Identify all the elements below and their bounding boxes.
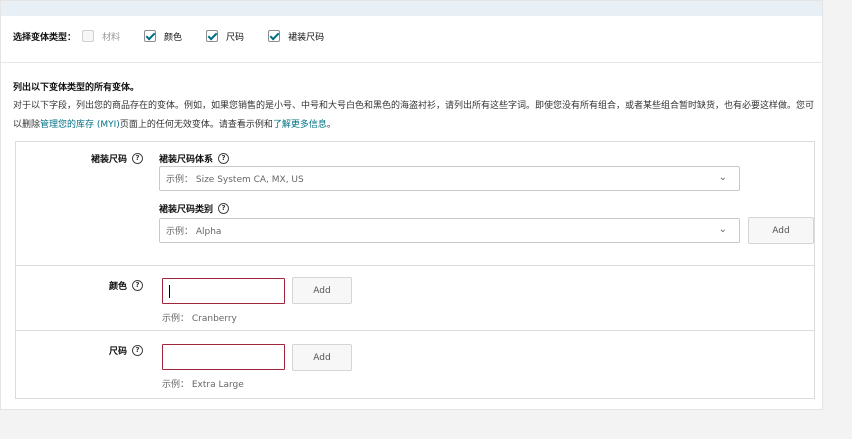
dress-size-class-placeholder: 示例： Alpha — [166, 227, 222, 237]
dress-size-group: 裙装尺码 ? 裙装尺码体系 ? 示例： Size System CA, MX, … — [15, 141, 815, 266]
dress-size-class-label: 裙装尺码类别 ? — [159, 202, 230, 215]
option-dress-size-label: 裙装尺码 — [288, 32, 325, 43]
help-icon[interactable]: ? — [218, 153, 230, 164]
option-color-label: 颜色 — [164, 32, 183, 43]
dress-size-system-label-text: 裙装尺码体系 — [159, 155, 214, 165]
dress-size-label-text: 裙装尺码 — [90, 155, 127, 165]
help-icon[interactable]: ? — [218, 203, 230, 214]
desc-text-2: 页面上的任何无效变体。请查看示例和 — [119, 120, 273, 130]
desc-text-end: 。 — [326, 120, 336, 130]
variations-card: 选择变体类型： 材料 颜色 尺码 裙装尺码 列出以下变体类型的所有变体。 对于以… — [0, 0, 823, 410]
dress-size-class-label-text: 裙装尺码类别 — [159, 205, 214, 215]
checkbox-material[interactable] — [82, 30, 95, 42]
dress-size-system-placeholder: 示例： Size System CA, MX, US — [166, 175, 304, 185]
dress-size-label: 裙装尺码 ? — [91, 152, 143, 165]
help-icon[interactable]: ? — [132, 280, 143, 291]
size-input[interactable] — [162, 344, 285, 370]
dress-size-add-button[interactable]: Add — [748, 217, 814, 244]
checkbox-color[interactable] — [144, 30, 157, 42]
header-band — [1, 1, 822, 16]
color-example: 示例： Cranberry — [162, 314, 237, 324]
checkbox-size[interactable] — [206, 30, 219, 42]
color-label: 颜色 ? — [109, 279, 143, 292]
dress-size-system-select[interactable]: 示例： Size System CA, MX, US ⌄ — [159, 166, 740, 191]
chevron-down-icon: ⌄ — [718, 224, 727, 235]
size-group: 尺码 ? Add 示例： Extra Large — [15, 330, 815, 399]
variation-type-row: 选择变体类型： 材料 颜色 尺码 裙装尺码 — [13, 29, 348, 43]
size-example: 示例： Extra Large — [162, 380, 244, 390]
variation-type-label: 选择变体类型： — [13, 32, 77, 43]
size-label-text: 尺码 — [108, 347, 127, 357]
option-material-label: 材料 — [102, 32, 121, 43]
chevron-down-icon: ⌄ — [718, 172, 727, 183]
help-icon[interactable]: ? — [132, 345, 143, 356]
option-size-label: 尺码 — [226, 32, 245, 43]
color-label-text: 颜色 — [108, 282, 127, 292]
learn-more-link[interactable]: 了解更多信息 — [273, 120, 327, 130]
dress-size-system-label: 裙装尺码体系 ? — [159, 152, 230, 165]
section-title: 列出以下变体类型的所有变体。 — [13, 83, 140, 93]
section-divider — [1, 62, 822, 63]
color-add-button[interactable]: Add — [292, 277, 352, 304]
checkbox-dress-size[interactable] — [268, 30, 281, 42]
color-input[interactable] — [162, 278, 285, 304]
size-label: 尺码 ? — [109, 344, 143, 357]
text-cursor — [169, 285, 170, 298]
size-add-button[interactable]: Add — [292, 344, 352, 371]
dress-size-class-select[interactable]: 示例： Alpha ⌄ — [159, 218, 740, 243]
color-group: 颜色 ? Add 示例： Cranberry — [15, 265, 815, 331]
section-description: 对于以下字段，列出您的商品存在的变体。例如，如果您销售的是小号、中号和大号白色和… — [13, 97, 819, 135]
manage-inventory-link[interactable]: 管理您的库存 (MYI) — [40, 120, 120, 130]
help-icon[interactable]: ? — [132, 153, 143, 164]
